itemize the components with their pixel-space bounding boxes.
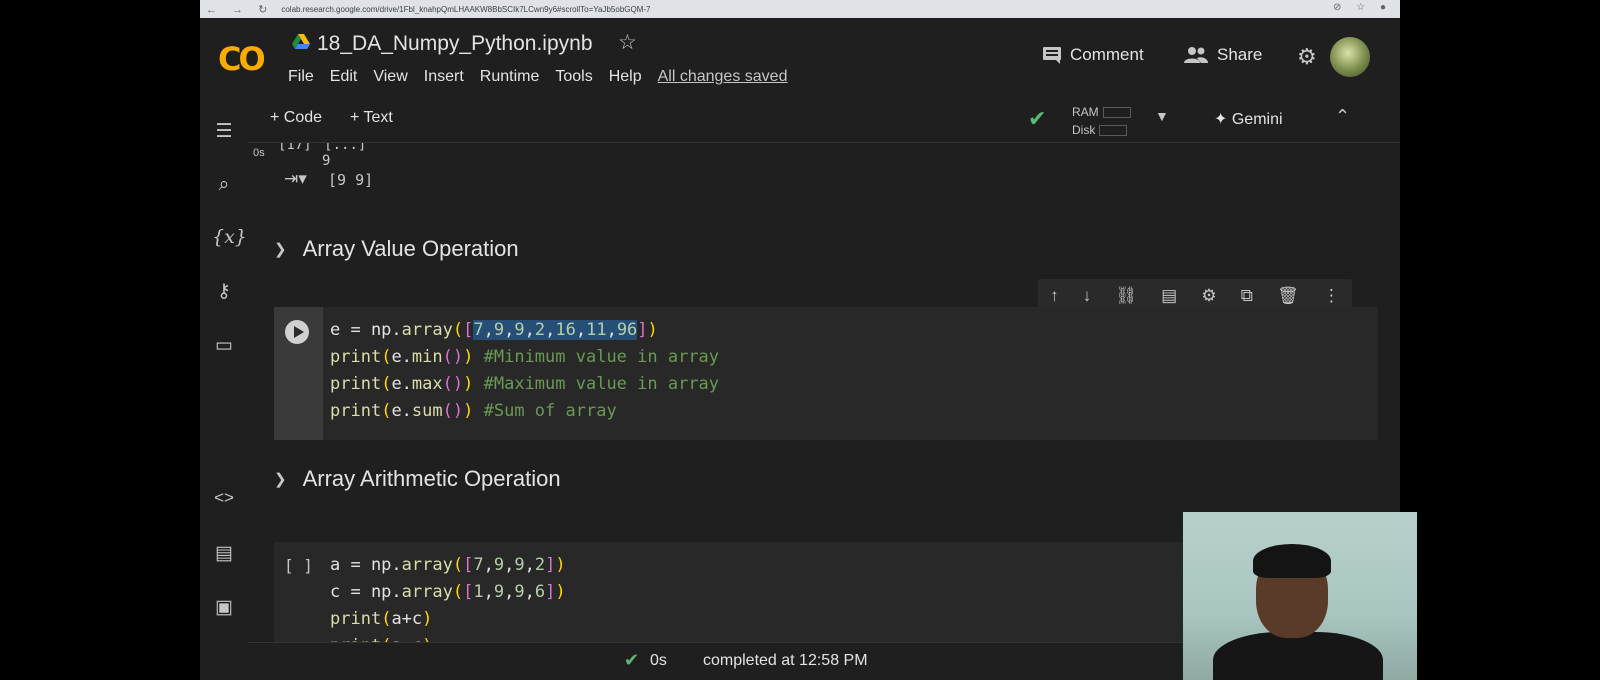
- comment-label: Comment: [1070, 45, 1144, 64]
- star-icon[interactable]: ☆: [618, 30, 637, 55]
- gemini-label: Gemini: [1231, 111, 1283, 128]
- prev-cell-prompt: [17] [...] 9: [278, 143, 367, 169]
- share-label: Share: [1217, 45, 1263, 64]
- more-options-icon[interactable]: ⋮: [1323, 286, 1340, 306]
- webcam-overlay: [1183, 512, 1417, 680]
- search-icon[interactable]: ⌕: [212, 174, 236, 196]
- move-down-icon[interactable]: ↓: [1083, 286, 1092, 306]
- browser-nav-buttons[interactable]: ← → ↻: [206, 3, 273, 16]
- section-header-arithmetic-operation[interactable]: ❯ Array Arithmetic Operation: [274, 466, 561, 492]
- cell-prompt: [ ]: [284, 556, 313, 575]
- notebook-title[interactable]: 18_DA_Numpy_Python.ipynb: [317, 32, 593, 56]
- chevron-down-icon[interactable]: ❯: [274, 470, 287, 488]
- chevron-down-icon[interactable]: ▼: [1155, 108, 1169, 124]
- section-title: Array Value Operation: [302, 236, 519, 261]
- comment-icon: [1043, 47, 1061, 64]
- menu-file[interactable]: File: [288, 68, 314, 86]
- menu-edit[interactable]: Edit: [330, 68, 358, 86]
- code-editor[interactable]: e = np.array([7,9,9,2,16,11,96]) print(e…: [330, 317, 719, 425]
- notebook-toolbar: + Code + Text ✔ RAM Disk ▼ ✦ Gemini ⌃: [248, 98, 1400, 143]
- colab-header: CO 18_DA_Numpy_Python.ipynb ☆ File Edit …: [200, 18, 1400, 99]
- menu-help[interactable]: Help: [609, 68, 642, 86]
- menu-bar: File Edit View Insert Runtime Tools Help…: [288, 68, 803, 86]
- prev-output-line2: [9 9]: [328, 171, 374, 189]
- delete-icon[interactable]: 🗑: [1277, 286, 1299, 306]
- code-snippets-icon[interactable]: <>: [212, 488, 236, 508]
- checkmark-icon: ✔: [624, 650, 640, 670]
- table-of-contents-icon[interactable]: ☰: [212, 120, 236, 143]
- menu-tools[interactable]: Tools: [555, 68, 592, 86]
- comment-button[interactable]: Comment: [1042, 45, 1144, 65]
- prev-output-line1: 9: [322, 153, 331, 169]
- mirror-cell-icon[interactable]: ⧉: [1241, 286, 1253, 306]
- section-header-value-operation[interactable]: ❯ Array Value Operation: [274, 236, 519, 262]
- menu-view[interactable]: View: [373, 68, 407, 86]
- add-code-button[interactable]: + Code: [270, 109, 322, 127]
- status-exec-time: 0s: [650, 652, 667, 669]
- people-icon: [1184, 47, 1208, 63]
- save-status-link[interactable]: All changes saved: [658, 68, 788, 86]
- menu-insert[interactable]: Insert: [424, 68, 464, 86]
- move-up-icon[interactable]: ↑: [1050, 286, 1059, 306]
- gemini-button[interactable]: ✦ Gemini: [1214, 109, 1283, 129]
- terminal-icon[interactable]: ▣: [212, 596, 236, 619]
- prev-cell-exec-time: 0s: [253, 147, 265, 159]
- disk-label: Disk: [1072, 123, 1096, 137]
- gear-icon[interactable]: ⚙: [1297, 44, 1317, 70]
- chevron-up-icon[interactable]: ⌃: [1335, 106, 1350, 127]
- code-cell-active[interactable]: e = np.array([7,9,9,2,16,11,96]) print(e…: [274, 307, 1378, 440]
- output-toggle-icon[interactable]: ⇥▾: [284, 169, 307, 189]
- google-drive-icon: [292, 34, 310, 49]
- folder-icon[interactable]: ▭: [212, 334, 236, 357]
- browser-extension-icons[interactable]: ⊘ ☆ ●: [1333, 2, 1392, 13]
- link-icon[interactable]: ⛓: [1115, 286, 1137, 306]
- ram-label: RAM: [1072, 105, 1099, 119]
- status-completed-text[interactable]: completed at 12:58 PM: [703, 652, 868, 670]
- address-url[interactable]: colab.research.google.com/drive/1Fbl_kna…: [281, 5, 650, 14]
- comment-icon[interactable]: ▤: [1161, 286, 1177, 306]
- gear-icon[interactable]: ⚙: [1201, 286, 1216, 306]
- presenter-hair: [1253, 544, 1331, 578]
- left-sidebar: ☰ ⌕ {x} ⚷ ▭ <> ▤ ▣: [200, 98, 249, 680]
- avatar[interactable]: [1330, 37, 1370, 77]
- run-cell-button[interactable]: [285, 320, 309, 344]
- browser-address-bar: ← → ↻ colab.research.google.com/drive/1F…: [200, 0, 1400, 18]
- checkmark-icon: ✔: [1028, 106, 1047, 131]
- menu-runtime[interactable]: Runtime: [480, 68, 540, 86]
- variables-icon[interactable]: {x}: [212, 226, 247, 248]
- disk-bar: [1099, 125, 1128, 137]
- key-icon[interactable]: ⚷: [212, 280, 236, 303]
- section-title: Array Arithmetic Operation: [302, 466, 561, 491]
- colab-logo[interactable]: CO: [218, 40, 266, 78]
- command-palette-icon[interactable]: ▤: [212, 542, 236, 565]
- presenter-body: [1213, 632, 1383, 680]
- resource-indicator[interactable]: RAM Disk: [1072, 103, 1131, 139]
- ram-bar: [1102, 107, 1131, 119]
- chevron-down-icon[interactable]: ❯: [274, 240, 287, 258]
- share-button[interactable]: Share: [1183, 45, 1262, 65]
- add-text-button[interactable]: + Text: [350, 109, 393, 127]
